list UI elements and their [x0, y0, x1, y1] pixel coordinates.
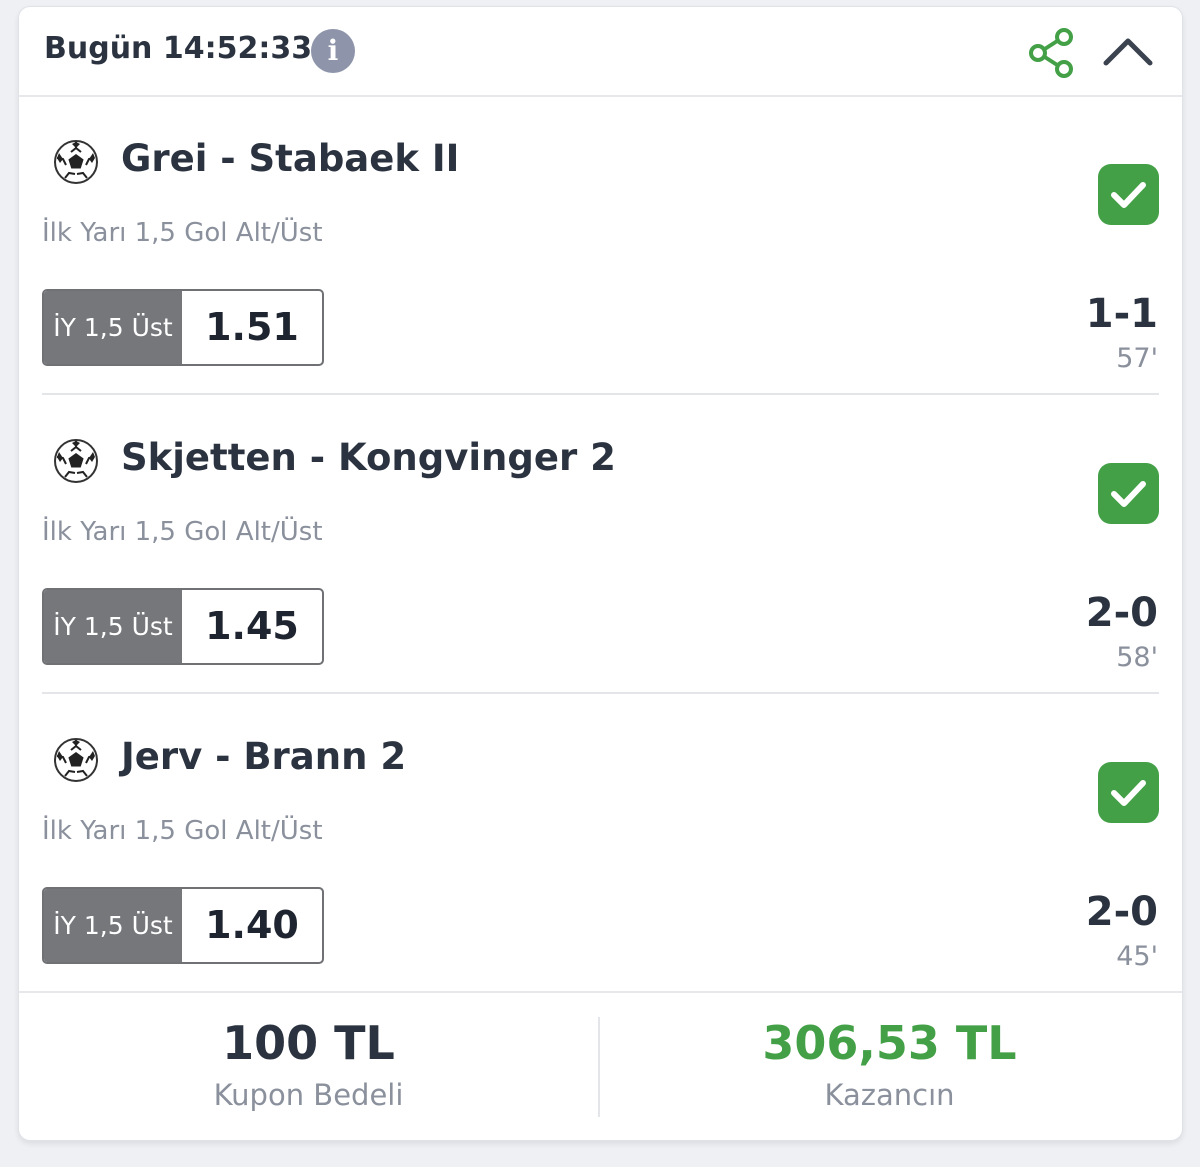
chevron-up-icon[interactable] — [1102, 33, 1154, 69]
match-item: Skjetten - Kongvinger 2 İlk Yarı 1,5 Gol… — [19, 394, 1182, 692]
bet-label: İY 1,5 Üst — [44, 590, 182, 663]
coupon-date-time: Bugün 14:52:33 — [44, 31, 313, 66]
won-check-icon — [1098, 463, 1159, 524]
won-check-icon — [1098, 762, 1159, 823]
match-name[interactable]: Skjetten - Kongvinger 2 — [121, 436, 616, 479]
soccer-ball-icon — [54, 738, 98, 782]
win-summary: 306,53 TL Kazancın — [600, 1015, 1179, 1115]
selected-bet[interactable]: İY 1,5 Üst 1.45 — [42, 588, 324, 665]
coupon-header: Bugün 14:52:33 i — [19, 7, 1182, 97]
soccer-ball-icon — [54, 439, 98, 483]
match-minute: 45' — [1116, 941, 1158, 972]
share-icon[interactable] — [1028, 27, 1076, 79]
coupon-summary: 100 TL Kupon Bedeli 306,53 TL Kazancın — [19, 991, 1182, 1140]
match-item: Grei - Stabaek II İlk Yarı 1,5 Gol Alt/Ü… — [19, 95, 1182, 393]
selected-bet[interactable]: İY 1,5 Üst 1.51 — [42, 289, 324, 366]
bet-odds: 1.40 — [205, 903, 299, 947]
soccer-ball-icon — [54, 140, 98, 184]
won-check-icon — [1098, 164, 1159, 225]
win-amount: 306,53 TL — [762, 1016, 1017, 1070]
match-minute: 57' — [1116, 343, 1158, 374]
bet-odds: 1.51 — [205, 305, 299, 349]
bet-label: İY 1,5 Üst — [44, 291, 182, 364]
info-icon[interactable]: i — [311, 29, 355, 73]
match-item: Jerv - Brann 2 İlk Yarı 1,5 Gol Alt/Üst … — [19, 693, 1182, 991]
selected-bet[interactable]: İY 1,5 Üst 1.40 — [42, 887, 324, 964]
bet-odds: 1.45 — [205, 604, 299, 648]
match-score: 2-0 — [1085, 889, 1158, 935]
stake-amount: 100 TL — [222, 1016, 395, 1070]
match-name[interactable]: Grei - Stabaek II — [121, 137, 459, 180]
match-minute: 58' — [1116, 642, 1158, 673]
win-label: Kazancın — [824, 1078, 955, 1112]
market-name: İlk Yarı 1,5 Gol Alt/Üst — [42, 218, 323, 248]
match-score: 2-0 — [1085, 590, 1158, 636]
market-name: İlk Yarı 1,5 Gol Alt/Üst — [42, 517, 323, 547]
match-score: 1-1 — [1085, 291, 1158, 337]
stake-summary: 100 TL Kupon Bedeli — [19, 1015, 598, 1115]
coupon-card: Bugün 14:52:33 i Grei - Stabaek II İlk Y… — [18, 6, 1183, 1141]
match-name[interactable]: Jerv - Brann 2 — [121, 735, 406, 778]
stake-label: Kupon Bedeli — [213, 1078, 404, 1112]
market-name: İlk Yarı 1,5 Gol Alt/Üst — [42, 816, 323, 846]
bet-label: İY 1,5 Üst — [44, 889, 182, 962]
